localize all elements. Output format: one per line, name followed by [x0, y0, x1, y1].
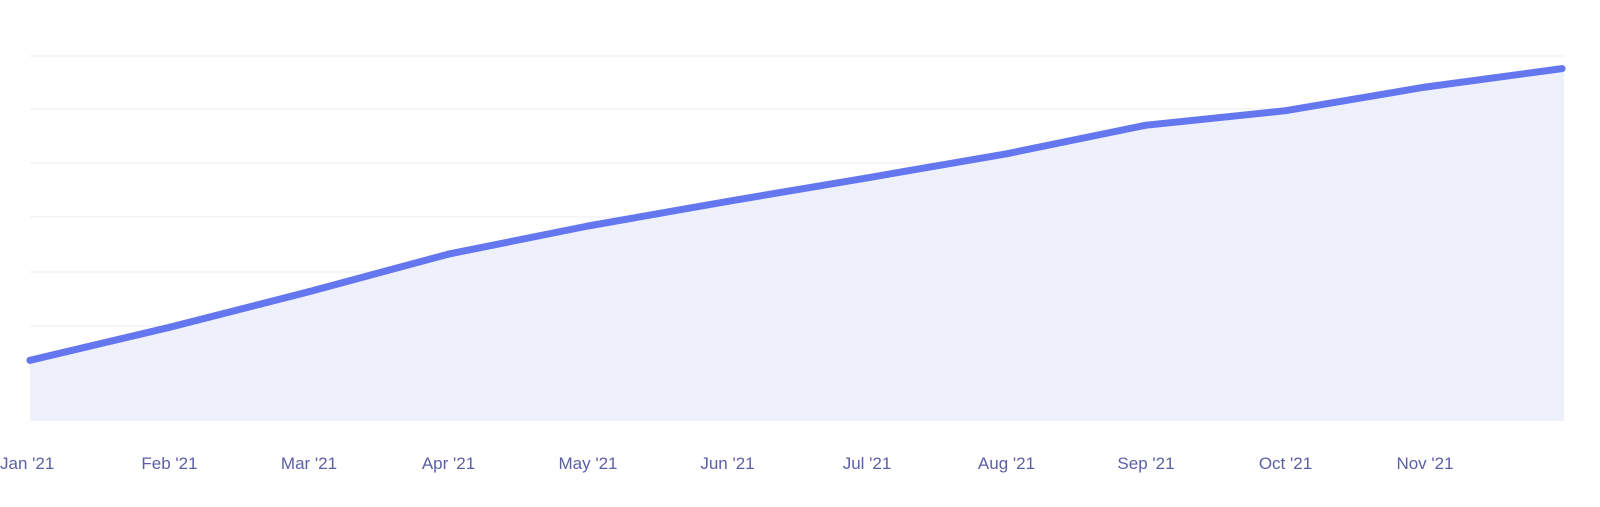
data-point: [1003, 150, 1010, 158]
data-point: [166, 323, 173, 331]
data-point: [1558, 65, 1566, 73]
x-tick-label: Sep '21: [1117, 454, 1174, 473]
x-tick-label: May '21: [559, 454, 618, 473]
x-tick-label: Feb '21: [141, 454, 197, 473]
data-point: [863, 174, 871, 182]
area-chart: Jan '21 Feb '21 Mar '21 Apr '21 May '21 Jun '…: [0, 55, 1566, 473]
data-point: [26, 356, 34, 364]
x-tick-label: Nov '21: [1396, 454, 1453, 473]
area-fill: [30, 68, 1564, 421]
data-point: [724, 197, 731, 205]
x-tick-label: Apr '21: [422, 454, 475, 473]
data-point: [584, 222, 592, 230]
data-point: [305, 288, 313, 296]
x-axis-tick-labels: Jan '21 Feb '21 Mar '21 Apr '21 May '21 Jun '…: [0, 454, 1454, 473]
data-point: [1282, 107, 1289, 115]
x-tick-label: Oct '21: [1259, 454, 1312, 473]
data-point: [1142, 121, 1150, 129]
x-tick-label: Mar '21: [281, 454, 337, 473]
x-tick-label: Jan '21: [0, 454, 54, 473]
data-point: [1421, 83, 1429, 91]
x-tick-label: Jul '21: [843, 454, 892, 473]
data-point: [445, 250, 452, 258]
chart-container: Jan '21 Feb '21 Mar '21 Apr '21 May '21 Jun '…: [0, 0, 1600, 507]
x-tick-label: Jun '21: [700, 454, 754, 473]
x-tick-label: Aug '21: [978, 454, 1035, 473]
